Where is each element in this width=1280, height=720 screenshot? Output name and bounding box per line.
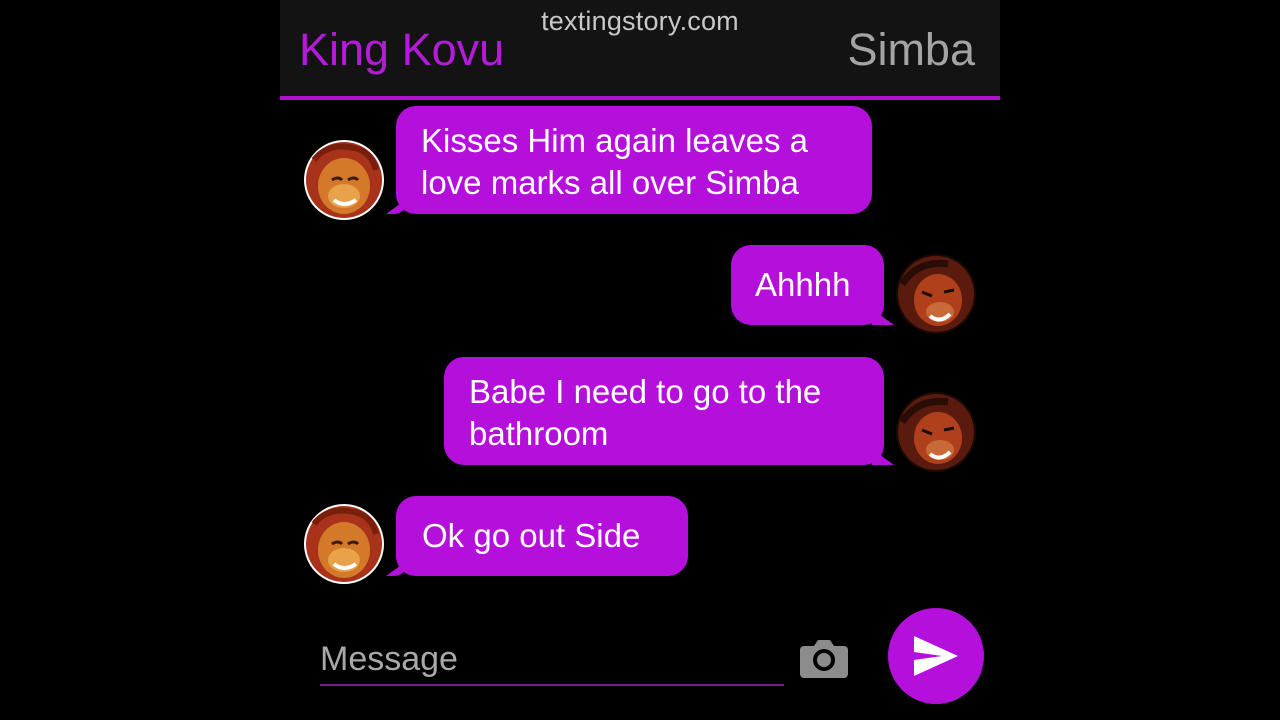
simba-avatar[interactable] [304, 140, 384, 220]
send-button[interactable] [888, 608, 984, 704]
lion-face-icon [896, 254, 976, 334]
contact-name-right[interactable]: Simba [847, 24, 975, 76]
message-4-line-1: Ok go out Side [422, 517, 641, 554]
send-icon [914, 636, 958, 676]
message-1-line-1: Kisses Him again leaves a [421, 122, 809, 159]
lion-face-icon [304, 504, 384, 584]
message-bubble-1[interactable]: Kisses Him again leaves a love marks all… [396, 106, 872, 214]
screen: textingstory.com King Kovu Simba Kisses … [0, 0, 1280, 720]
message-bubble-3[interactable]: Babe I need to go to the bathroom [444, 357, 884, 465]
lion-face-icon [304, 140, 384, 220]
message-2-line-1: Ahhhh [755, 266, 851, 303]
message-3-line-2: bathroom [469, 415, 609, 452]
kovu-avatar[interactable] [896, 392, 976, 472]
lion-face-icon [896, 392, 976, 472]
chat-header: textingstory.com King Kovu Simba [280, 0, 1000, 100]
message-bubble-4[interactable]: Ok go out Side [396, 496, 688, 576]
message-bubble-2[interactable]: Ahhhh [731, 245, 884, 325]
kovu-avatar[interactable] [896, 254, 976, 334]
message-3-line-1: Babe I need to go to the [469, 373, 822, 410]
chat-window: textingstory.com King Kovu Simba Kisses … [280, 0, 1000, 720]
contact-name-left[interactable]: King Kovu [299, 24, 504, 76]
simba-avatar[interactable] [304, 504, 384, 584]
message-input[interactable]: Message [320, 632, 784, 686]
camera-icon[interactable] [798, 636, 850, 680]
message-1-line-2: love marks all over Simba [421, 164, 799, 201]
